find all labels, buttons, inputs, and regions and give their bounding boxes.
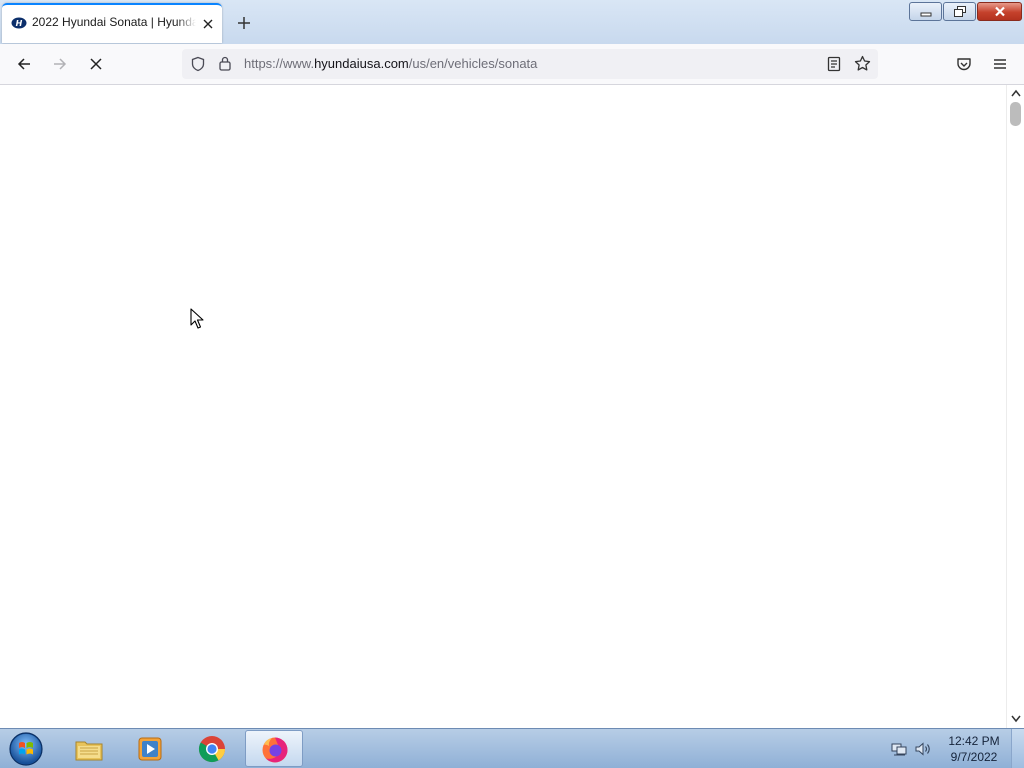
clock-date: 9/7/2022 [950, 750, 998, 764]
scroll-down-arrow-icon[interactable] [1011, 715, 1021, 723]
vertical-scrollbar[interactable] [1006, 85, 1024, 728]
back-arrow-icon[interactable] [16, 56, 32, 72]
media-player-icon [138, 737, 162, 761]
url-path: /us/en/vehicles/sonata [408, 56, 538, 71]
tab-hyundai-sonata[interactable]: H 2022 Hyundai Sonata | Hyundai USA [2, 3, 222, 43]
forward-arrow-icon[interactable] [52, 56, 68, 72]
taskbar: 12:42 PM 9/7/2022 [0, 728, 1024, 768]
taskbar-firefox[interactable] [245, 730, 303, 767]
url-text[interactable]: https://www.hyundaiusa.com/us/en/vehicle… [244, 56, 537, 71]
tab-strip: H 2022 Hyundai Sonata | Hyundai USA [0, 0, 1024, 44]
page-content-blank [0, 85, 1006, 728]
firefox-icon [262, 737, 288, 763]
scrollbar-thumb[interactable] [1010, 102, 1021, 126]
svg-text:H: H [16, 19, 23, 28]
hyundai-logo-icon: H [11, 17, 27, 29]
start-orb-icon[interactable] [6, 731, 46, 767]
url-bar[interactable]: https://www.hyundaiusa.com/us/en/vehicle… [182, 49, 878, 79]
volume-icon[interactable] [914, 741, 932, 757]
tracking-protection-shield-icon[interactable] [190, 56, 206, 72]
pocket-icon[interactable] [956, 56, 972, 72]
window-controls [909, 2, 1022, 21]
lock-icon[interactable] [218, 55, 232, 71]
new-tab-icon[interactable] [236, 15, 252, 31]
network-icon[interactable] [890, 741, 908, 757]
navigation-toolbar: https://www.hyundaiusa.com/us/en/vehicle… [0, 44, 1024, 85]
taskbar-file-explorer[interactable] [60, 730, 118, 767]
bookmark-star-icon[interactable] [854, 55, 871, 72]
show-desktop-button[interactable] [1011, 729, 1024, 768]
stop-loading-icon[interactable] [88, 56, 104, 72]
hamburger-menu-icon[interactable] [992, 56, 1008, 72]
taskbar-chrome[interactable] [183, 730, 241, 767]
taskbar-media-player[interactable] [121, 730, 179, 767]
folder-icon [75, 741, 103, 761]
tab-title: 2022 Hyundai Sonata | Hyundai USA [32, 15, 196, 29]
restore-button[interactable] [943, 2, 976, 21]
close-window-icon [994, 6, 1005, 17]
reader-view-icon[interactable] [827, 56, 841, 72]
chrome-icon [198, 736, 226, 763]
url-host: hyundaiusa.com [314, 56, 409, 71]
scroll-up-arrow-icon[interactable] [1011, 89, 1021, 97]
system-clock[interactable]: 12:42 PM 9/7/2022 [938, 733, 1010, 765]
close-tab-icon[interactable] [201, 17, 215, 31]
minimize-icon [920, 12, 931, 16]
close-window-button[interactable] [977, 2, 1022, 21]
clock-time: 12:42 PM [948, 734, 1000, 748]
mouse-cursor-icon [190, 308, 204, 329]
url-scheme: https://www. [244, 56, 315, 71]
restore-icon [953, 6, 966, 17]
minimize-button[interactable] [909, 2, 942, 21]
